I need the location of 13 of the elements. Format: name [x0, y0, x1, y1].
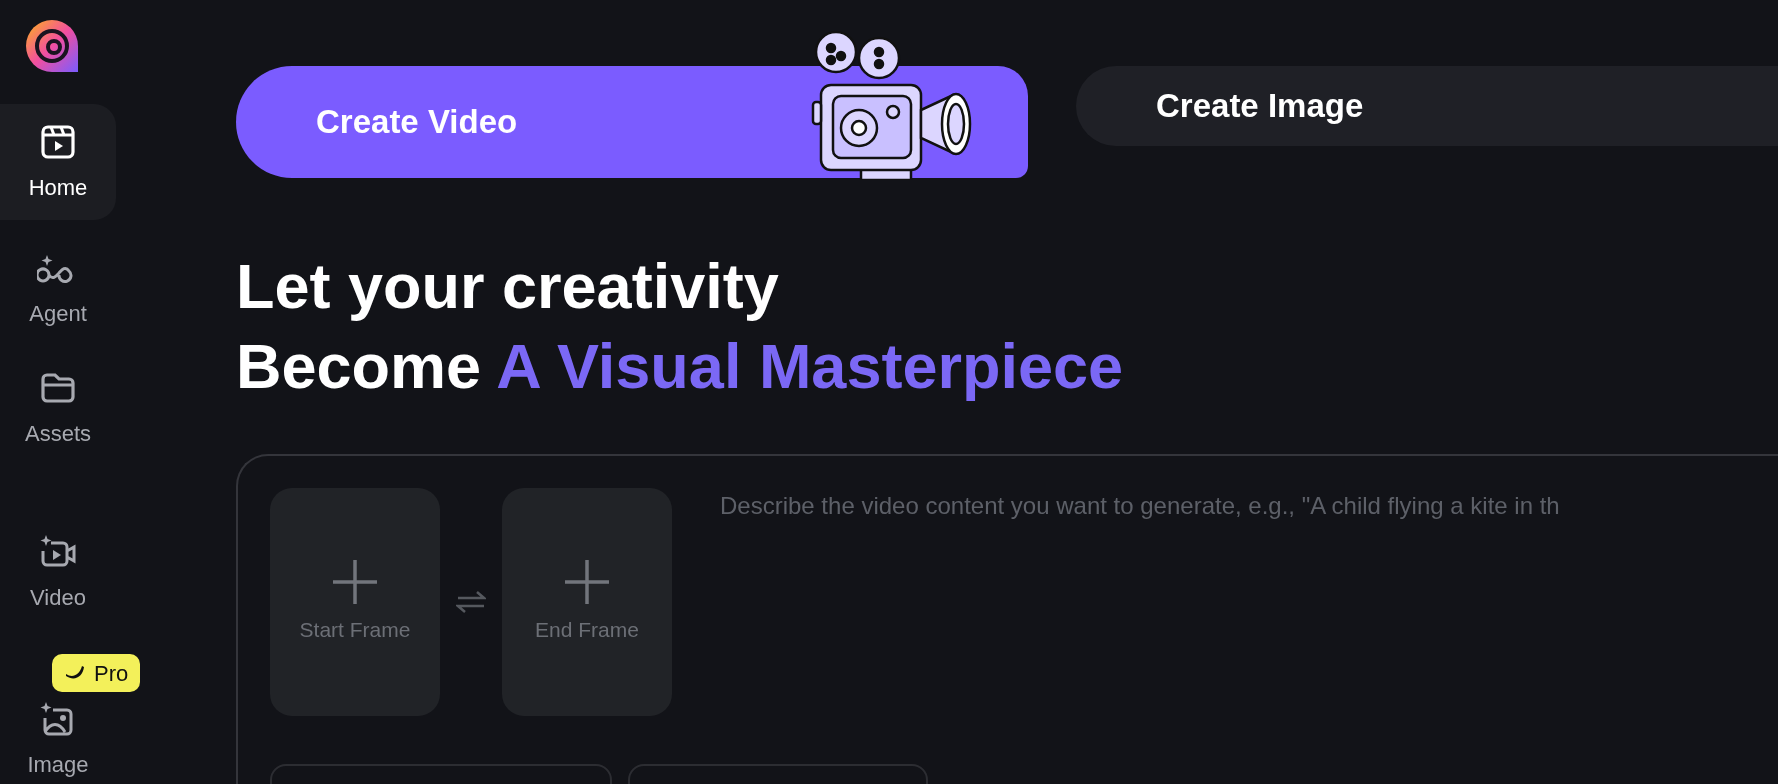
sidebar-item[interactable]: Video — [0, 520, 116, 624]
prompt-field[interactable]: Describe the video content you want to generate, e.g., "A child flying a kite in th — [720, 488, 1778, 524]
tab[interactable]: Create Image — [1076, 66, 1778, 146]
pro-badge: Pro — [52, 654, 141, 692]
heading-line: Let your creativity — [236, 250, 780, 323]
sidebar-item[interactable]: Agent — [0, 236, 116, 340]
plus-icon — [563, 558, 611, 607]
heading-line: Become A Visual Masterpiece — [236, 330, 1125, 403]
sidebar-item[interactable]: Assets — [0, 356, 116, 460]
logo-icon — [24, 18, 80, 74]
sidebar-item[interactable]: Image — [0, 694, 116, 784]
sidebar-item[interactable]: Home — [0, 104, 116, 220]
plus-icon — [331, 558, 379, 607]
